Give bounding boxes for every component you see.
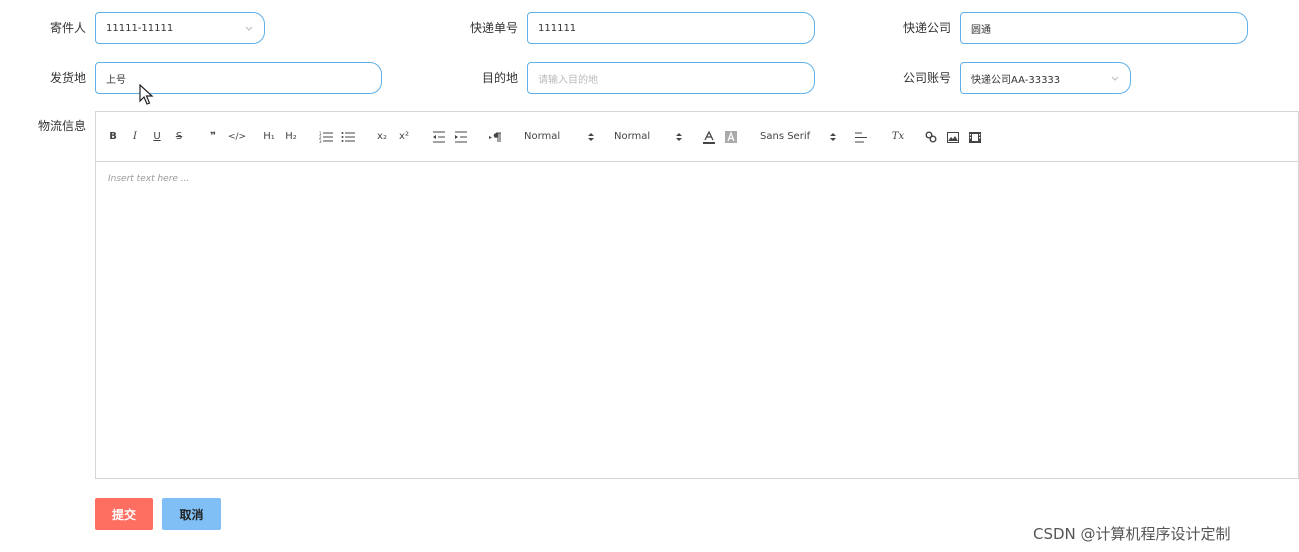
- align-icon[interactable]: [854, 129, 868, 145]
- select-arrows-icon: [676, 133, 682, 141]
- subscript-button[interactable]: x₂: [374, 129, 390, 145]
- outdent-icon[interactable]: [432, 129, 446, 145]
- cancel-button[interactable]: 取消: [162, 498, 221, 530]
- svg-text:3: 3: [319, 139, 322, 143]
- superscript-button[interactable]: x²: [396, 129, 412, 145]
- select-arrows-icon: [830, 133, 836, 141]
- account-label: 公司账号: [902, 71, 951, 85]
- editor-toolbar: B I U S ❞ </> H₁ H₂ 123 x₂ x² Normal Nor…: [96, 112, 1298, 162]
- logistics-label: 物流信息: [37, 119, 86, 133]
- font-select-value: Sans Serif: [760, 131, 811, 142]
- watermark: CSDN @计算机程序设计定制: [1033, 525, 1231, 543]
- select-arrows-icon: [588, 133, 594, 141]
- tracking-no-label: 快递单号: [469, 21, 518, 35]
- courier-label: 快递公司: [902, 21, 951, 35]
- strike-button[interactable]: S: [172, 129, 186, 145]
- sender-value: 11111-11111: [106, 22, 174, 34]
- chevron-down-icon: [1110, 73, 1120, 83]
- italic-button[interactable]: I: [128, 129, 142, 145]
- text-direction-icon[interactable]: [488, 129, 502, 145]
- courier-value: 圆通: [971, 24, 991, 36]
- sender-select[interactable]: 11111-11111: [95, 12, 265, 44]
- bold-button[interactable]: B: [106, 129, 120, 145]
- text-color-icon[interactable]: [702, 129, 716, 145]
- rich-text-editor: B I U S ❞ </> H₁ H₂ 123 x₂ x² Normal Nor…: [95, 111, 1299, 479]
- h2-button[interactable]: H₂: [282, 129, 300, 145]
- origin-value: 上号: [106, 74, 126, 86]
- header-select[interactable]: Normal: [614, 129, 682, 145]
- background-color-icon[interactable]: [724, 129, 738, 145]
- code-button[interactable]: </>: [228, 129, 246, 145]
- sender-label: 寄件人: [49, 21, 86, 35]
- indent-icon[interactable]: [454, 129, 468, 145]
- destination-placeholder: 请输入目的地: [538, 74, 598, 86]
- mouse-cursor-icon: [139, 84, 154, 105]
- bullet-list-icon[interactable]: [340, 129, 356, 145]
- tracking-no-value: 111111: [538, 22, 577, 34]
- account-select[interactable]: 快递公司AA-33333: [960, 62, 1131, 94]
- size-select-value: Normal: [524, 131, 561, 142]
- clean-format-button[interactable]: Tx: [890, 129, 906, 145]
- image-icon[interactable]: [946, 129, 960, 145]
- video-icon[interactable]: [968, 129, 982, 145]
- editor-placeholder: Insert text here ...: [108, 174, 190, 184]
- courier-input[interactable]: 圆通: [960, 12, 1248, 44]
- destination-input[interactable]: 请输入目的地: [527, 62, 815, 94]
- chevron-down-icon: [244, 23, 254, 33]
- header-select-value: Normal: [614, 131, 651, 142]
- submit-button[interactable]: 提交: [95, 498, 153, 530]
- editor-content[interactable]: Insert text here ...: [96, 162, 1298, 478]
- blockquote-button[interactable]: ❞: [206, 129, 220, 145]
- h1-button[interactable]: H₁: [260, 129, 278, 145]
- tracking-no-input[interactable]: 111111: [527, 12, 815, 44]
- ordered-list-icon[interactable]: 123: [318, 129, 334, 145]
- account-value: 快递公司AA-33333: [971, 74, 1061, 86]
- font-select[interactable]: Sans Serif: [760, 129, 836, 145]
- size-select[interactable]: Normal: [524, 129, 594, 145]
- origin-label: 发货地: [49, 71, 86, 85]
- link-icon[interactable]: [924, 129, 938, 145]
- destination-label: 目的地: [481, 71, 518, 85]
- underline-button[interactable]: U: [150, 129, 164, 145]
